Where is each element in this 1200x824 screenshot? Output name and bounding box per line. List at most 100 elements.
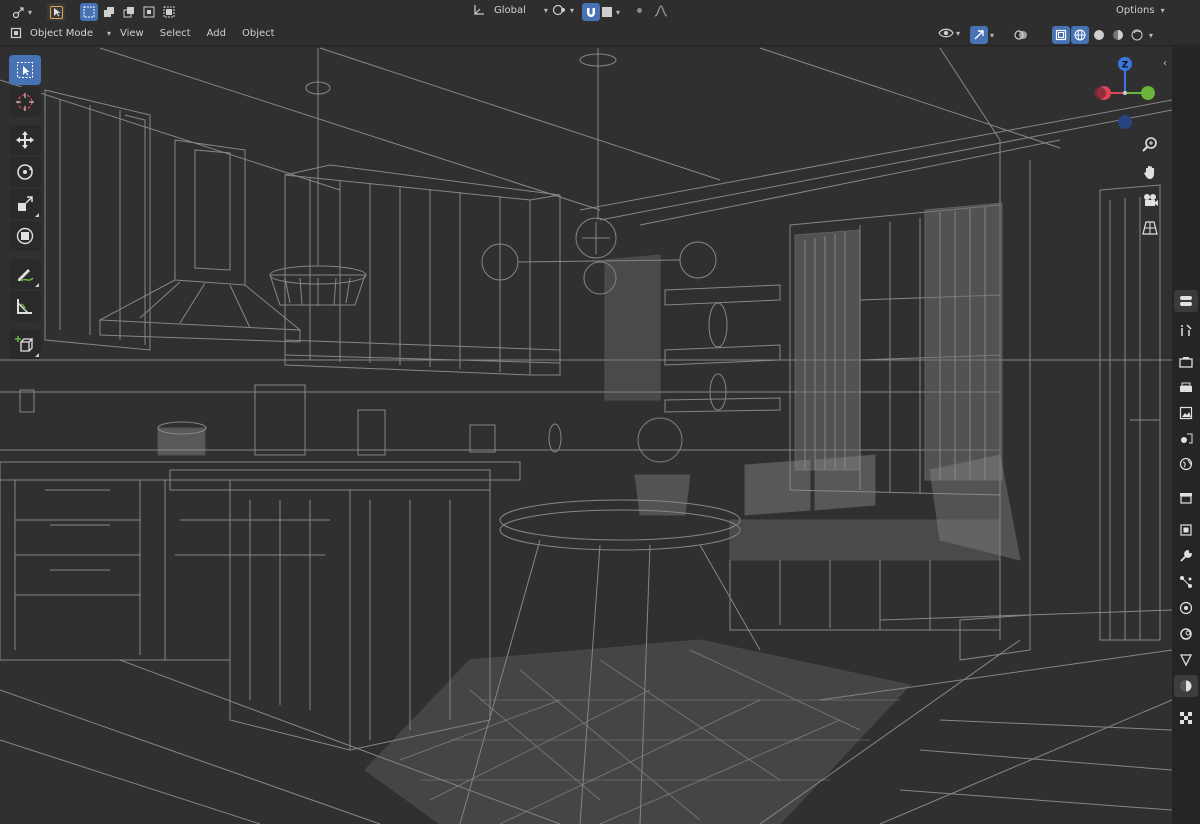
shading-rendered-button[interactable] [1128, 26, 1146, 44]
annotate-pencil-icon [18, 269, 34, 282]
axis-gizmo-icon: Z [1094, 57, 1155, 129]
zoom-magnifier-icon [1142, 137, 1157, 152]
tab-texture[interactable] [1174, 707, 1198, 729]
select-mode-button[interactable] [47, 3, 65, 21]
perspective-toggle[interactable] [1138, 216, 1162, 240]
tab-collection[interactable] [1174, 487, 1198, 509]
chevron-down-icon: ▾ [543, 5, 548, 15]
select-extend-button[interactable] [100, 3, 118, 21]
shading-wireframe-button[interactable] [1071, 26, 1089, 44]
navigation-gizmo[interactable]: Z [1092, 52, 1158, 132]
transform-orientation-dropdown[interactable]: Global ▾ [472, 3, 548, 17]
snap-target-dropdown[interactable]: ▾ [602, 3, 620, 21]
pivot-point-dropdown[interactable]: ▾ [552, 3, 574, 17]
material-sphere-icon [1180, 680, 1192, 692]
tab-object[interactable] [1174, 519, 1198, 541]
tab-constraints[interactable] [1174, 623, 1198, 645]
tool-add-cube[interactable] [9, 329, 41, 359]
menu-object[interactable]: Object [234, 28, 283, 39]
tab-render[interactable] [1174, 351, 1198, 373]
tab-data[interactable] [1174, 649, 1198, 671]
tool-scale[interactable] [9, 189, 41, 219]
proportional-edit-icon[interactable] [637, 8, 642, 13]
viewport-menubar: Object Mode ▾ View Select Add Object ▾ ▾… [0, 24, 1200, 46]
xray-icon [1055, 29, 1067, 41]
chevron-left-icon[interactable]: ‹ [1163, 58, 1167, 69]
toggle-switch-icon [1180, 296, 1192, 306]
tab-world[interactable] [1174, 453, 1198, 475]
chevron-down-icon[interactable]: ▾ [1149, 31, 1153, 40]
tab-particles[interactable] [1174, 571, 1198, 593]
tool-move[interactable] [9, 125, 41, 155]
select-invert-button[interactable] [140, 3, 158, 21]
tab-physics[interactable] [1174, 597, 1198, 619]
render-camera-icon [1179, 357, 1193, 368]
pan-button[interactable] [1138, 160, 1162, 184]
gizmo-z-label: Z [1122, 61, 1129, 71]
chevron-down-icon: ▾ [956, 28, 961, 38]
xray-toggle[interactable] [1052, 26, 1070, 44]
tab-tool[interactable] [1174, 319, 1198, 341]
snap-toggle[interactable] [582, 3, 600, 21]
more-tools-indicator [35, 353, 39, 357]
editor-type-button[interactable]: ▾ [8, 3, 36, 21]
tool-measure[interactable] [9, 291, 41, 321]
options-label: Options [1116, 5, 1155, 16]
gizmo-arrow-icon [974, 30, 984, 40]
wireframe-kitchen-scene [0, 47, 1172, 824]
more-tools-indicator [35, 213, 39, 217]
camera-view-button[interactable] [1138, 188, 1162, 212]
menu-view[interactable]: View [112, 28, 152, 39]
rotate-icon [17, 164, 33, 180]
shading-group: ▾ [1052, 26, 1153, 44]
select-subtract-icon [123, 7, 134, 18]
select-intersect-button[interactable] [160, 3, 178, 21]
select-new-icon [83, 6, 95, 18]
shading-solid-button[interactable] [1090, 26, 1108, 44]
select-intersect-icon [163, 6, 175, 18]
falloff-dropdown[interactable] [654, 4, 668, 21]
select-cursor-icon [49, 5, 63, 19]
3d-viewport[interactable] [0, 47, 1172, 824]
shading-material-button[interactable] [1109, 26, 1127, 44]
mode-dropdown[interactable]: Object Mode ▾ [10, 27, 111, 39]
grid-perspective-icon [1142, 221, 1158, 235]
tool-shelf [7, 55, 43, 359]
tab-scene[interactable] [1174, 427, 1198, 449]
tool-transform[interactable] [9, 221, 41, 251]
tab-modifiers[interactable] [1174, 545, 1198, 567]
zoom-button[interactable] [1138, 132, 1162, 156]
properties-toggle[interactable] [1174, 290, 1198, 312]
measure-ruler-icon [17, 299, 32, 314]
tool-select-box[interactable] [9, 55, 41, 85]
chevron-down-icon: ▾ [616, 7, 621, 17]
overlays-toggle[interactable] [1012, 26, 1030, 44]
options-dropdown[interactable]: Options ▾ [1116, 5, 1165, 16]
tab-view-layer[interactable] [1174, 402, 1198, 424]
select-subtract-button[interactable] [120, 3, 138, 21]
tool-cursor[interactable] [9, 87, 41, 117]
gizmo-toggle[interactable] [970, 26, 988, 44]
select-invert-icon [143, 6, 155, 18]
select-new-button[interactable] [80, 3, 98, 21]
eye-icon [938, 28, 954, 38]
visibility-dropdown[interactable]: ▾ [938, 26, 960, 40]
pivot-icon [552, 4, 565, 16]
gizmo-dropdown[interactable]: ▾ [970, 26, 994, 44]
menu-add[interactable]: Add [199, 28, 234, 39]
tool-annotate[interactable] [9, 259, 41, 289]
falloff-curve-icon [654, 5, 668, 17]
tab-output[interactable] [1174, 377, 1198, 399]
ceiling-edge [0, 79, 341, 191]
scene-icon [1181, 433, 1193, 444]
collection-box-icon [1180, 493, 1192, 504]
snap-increment-icon [602, 7, 612, 17]
tool-rotate[interactable] [9, 157, 41, 187]
rendered-sphere-icon [1131, 29, 1143, 41]
checker-texture-icon [1180, 712, 1192, 724]
overlay-circles-icon [1014, 30, 1027, 40]
properties-tab-bar [1172, 47, 1200, 824]
tab-material[interactable] [1174, 675, 1198, 697]
data-triangle-icon [1179, 654, 1193, 667]
menu-select[interactable]: Select [152, 28, 199, 39]
